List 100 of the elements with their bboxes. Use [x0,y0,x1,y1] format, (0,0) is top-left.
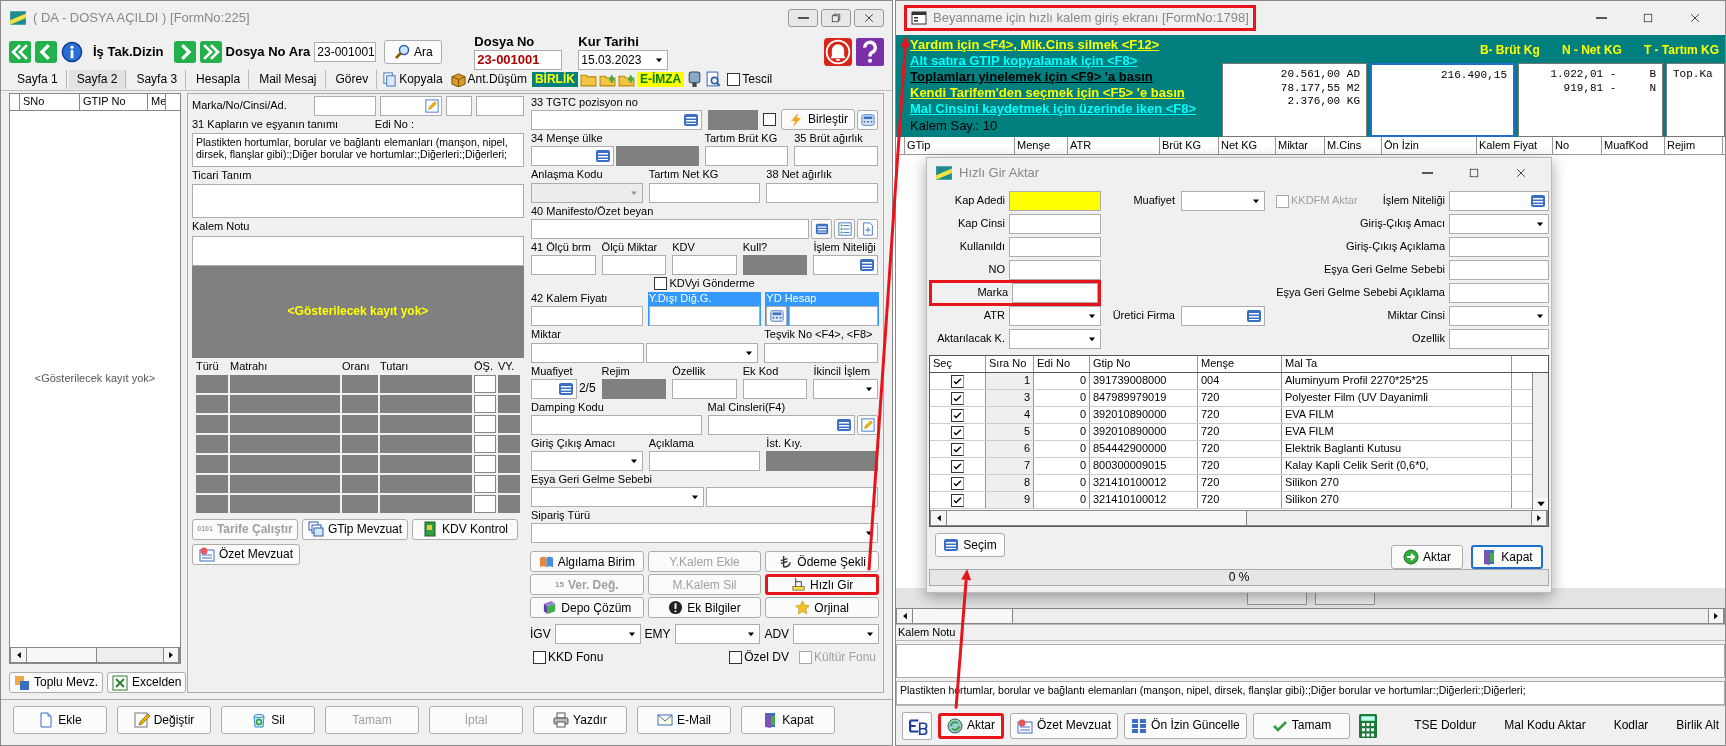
input-field[interactable] [601,254,667,275]
input-field[interactable] [672,378,737,399]
toolbar-link[interactable]: Kodlar [1613,718,1649,733]
dropdown[interactable] [531,487,704,508]
input-field[interactable] [1009,260,1101,280]
input-field[interactable] [314,96,376,116]
list-icon[interactable] [682,112,699,129]
toolbar-link[interactable]: TSE Doldur [1414,718,1477,733]
button[interactable]: Excelden [107,672,187,693]
dropdown[interactable] [793,624,879,645]
button[interactable]: Toplu Mevz. [9,672,104,693]
dropdown[interactable] [531,451,643,472]
dropdown[interactable] [674,624,761,645]
input-field[interactable] [531,218,809,239]
input-field[interactable]: 23-001001 [474,49,563,70]
button[interactable]: Ödeme Şekli [765,551,879,573]
input-field[interactable] [672,254,737,275]
readonly-field[interactable] [766,451,878,472]
button[interactable]: Yazdır [533,706,627,734]
info-icon[interactable] [61,41,83,63]
lookup-field[interactable] [707,414,855,435]
lookup-field[interactable] [1181,306,1265,326]
dropdown[interactable] [1009,329,1101,349]
input-field[interactable] [380,96,442,116]
text-area[interactable] [896,644,1725,678]
button[interactable]: Seçim [935,533,1005,557]
tab[interactable]: Sayfa 3 [128,70,187,89]
list-icon[interactable] [594,148,611,165]
checkbox[interactable] [654,277,668,291]
toolbar-link[interactable]: Mal Kodu Aktar [1504,718,1586,733]
help-link[interactable]: Mal Cinsini kaydetmek için üzerinde iken <F8> [910,101,1218,117]
button[interactable]: Özet Mevzuat [192,543,301,565]
input-field[interactable] [764,342,878,363]
list-icon[interactable] [557,380,574,397]
input-field[interactable] [1449,329,1549,349]
toolbar-button[interactable]: Ant.Düşüm [447,72,530,87]
checkbox[interactable] [951,408,964,422]
scrollbar[interactable] [930,510,1548,526]
button[interactable]: GTip Mevzuat [302,518,408,540]
minimize-button[interactable] [788,9,818,27]
input-field[interactable] [476,96,524,116]
button[interactable]: Sil [221,706,315,734]
search-icon[interactable] [705,71,723,88]
help-link[interactable]: Kendi Tarifem'den seçmek için <F5> 'e basın [910,85,1218,101]
menu-item[interactable]: Mail Mesaj [251,70,326,89]
checkbox[interactable] [727,73,741,86]
readonly-field[interactable] [742,254,808,275]
checkbox[interactable] [951,459,964,473]
scrollbar[interactable] [10,647,180,663]
input-field[interactable] [531,414,702,435]
button[interactable]: Ön İzin Güncelle [1124,712,1247,739]
button[interactable]: Değiştir [117,706,211,734]
checkbox[interactable] [951,493,964,507]
input-field[interactable] [531,306,643,327]
maximize-button[interactable] [821,9,851,27]
input-field[interactable] [1449,260,1549,280]
list-icon[interactable] [1246,308,1262,324]
readonly-field[interactable] [615,146,699,167]
table-cell[interactable] [474,454,496,473]
table-cell[interactable] [474,394,496,413]
list-icon[interactable] [836,416,852,433]
help-link[interactable]: Yardım için <F4>, Mik.Cins silmek <F12> [910,37,1218,53]
search-button[interactable]: Ara [384,40,443,64]
checkbox[interactable] [951,425,964,439]
input-field[interactable] [531,342,644,363]
dropdown[interactable] [645,342,759,363]
table-cell[interactable] [474,434,496,453]
button[interactable]: Hızlı Gir [765,574,879,596]
table-cell[interactable] [474,374,496,393]
badge[interactable]: BİRLİK [531,72,578,87]
checkbox[interactable] [951,391,964,405]
button[interactable]: KDV Kontrol [412,518,518,540]
list-button[interactable] [834,218,855,239]
table-cell[interactable] [474,474,496,493]
button[interactable]: Özet Mevzuat [1010,712,1119,739]
button[interactable]: Tamam [1252,712,1351,739]
checkbox[interactable] [951,374,964,388]
input-field[interactable] [705,487,878,508]
list-icon[interactable] [858,256,875,273]
button[interactable]: Aktar [938,712,1004,739]
input-field[interactable] [1009,237,1101,257]
input-field[interactable] [1009,214,1101,234]
dropdown[interactable] [554,624,641,645]
edit-button[interactable] [857,414,878,435]
date-dropdown[interactable]: 15.03.2023 [578,49,669,70]
checkbox[interactable] [951,476,964,490]
input-field[interactable] [648,451,761,472]
button[interactable]: Birleştir [781,109,855,131]
help-icon[interactable] [856,38,884,66]
input-field[interactable] [648,182,761,203]
input-field[interactable] [794,146,878,167]
button[interactable]: Kapat [741,706,835,734]
button[interactable]: Aktar [1391,544,1463,569]
toolbar-link[interactable]: Birlik Alt [1676,718,1719,733]
input-field[interactable] [446,96,472,116]
readonly-field[interactable] [601,378,667,399]
lookup-field[interactable] [1449,191,1549,211]
button[interactable]: Kapat [1471,544,1543,569]
dropdown[interactable] [531,523,878,544]
dropdown[interactable] [1449,214,1549,234]
